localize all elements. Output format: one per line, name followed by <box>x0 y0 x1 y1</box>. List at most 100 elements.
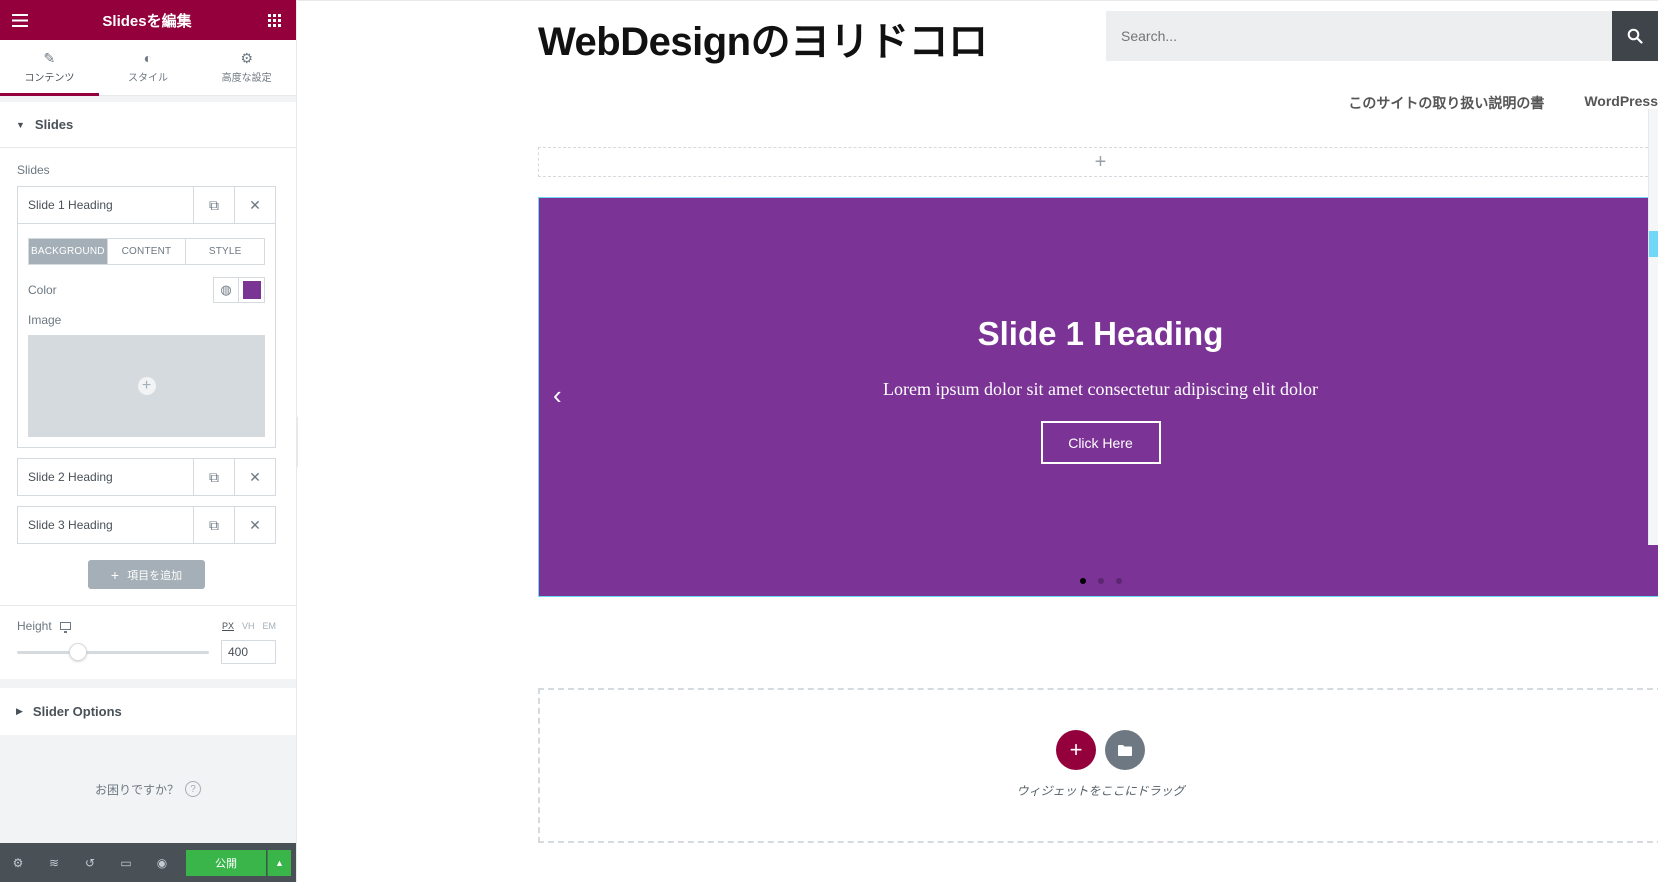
repeater-item-title[interactable]: Slide 1 Heading <box>18 198 193 212</box>
tab-style[interactable]: ◐ スタイル <box>99 40 198 95</box>
site-title[interactable]: WebDesignのヨリドコロ <box>538 9 988 67</box>
divider <box>0 605 296 606</box>
add-item-button[interactable]: + 項目を追加 <box>88 560 205 589</box>
image-label: Image <box>28 313 62 327</box>
settings-icon[interactable]: ⚙ <box>0 843 36 882</box>
close-icon[interactable]: ✕ <box>234 459 275 495</box>
inner-tab-background[interactable]: BACKGROUND <box>29 239 107 264</box>
unit-vh[interactable]: VH <box>242 621 255 631</box>
color-swatch-button[interactable] <box>239 278 264 302</box>
search-icon <box>1627 28 1643 44</box>
add-new-section-button[interactable]: + <box>1056 730 1096 770</box>
height-slider-row <box>17 640 276 664</box>
height-control: Height PX VH EM <box>0 619 296 664</box>
repeater-item-3[interactable]: Slide 3 Heading ⧉ ✕ <box>17 506 276 544</box>
section-slider-options-title: Slider Options <box>32 703 122 719</box>
site-nav: このサイトの取り扱い説明の書 WordPress <box>1308 93 1658 113</box>
caret-right-icon: ▶ <box>16 705 23 716</box>
pagination-dot[interactable] <box>1079 578 1086 584</box>
height-input[interactable] <box>221 640 276 664</box>
gear-icon: ⚙ <box>240 50 253 66</box>
unit-switcher: PX VH EM <box>214 621 276 631</box>
history-icon[interactable]: ↺ <box>72 843 108 882</box>
color-control: Color ◍ <box>28 277 265 303</box>
plus-circle-icon: + <box>137 377 156 395</box>
folder-icon <box>1118 744 1132 756</box>
slides-widget[interactable]: Slide 1 Heading Lorem ipsum dolor sit am… <box>538 197 1658 597</box>
close-icon[interactable]: ✕ <box>234 507 275 543</box>
panel-gap <box>0 679 296 688</box>
add-section-button[interactable]: + <box>538 147 1658 177</box>
section-slider-options-toggle[interactable]: ▶ Slider Options <box>0 688 296 734</box>
slides-section-body: Slides Slide 1 Heading ⧉ ✕ BACKGROUND CO… <box>0 163 296 589</box>
tab-style-label: スタイル <box>128 73 168 84</box>
apps-grid-icon[interactable] <box>264 10 284 30</box>
repeater-item-title[interactable]: Slide 3 Heading <box>18 518 193 532</box>
color-label: Color <box>28 283 57 297</box>
height-slider[interactable] <box>17 642 209 661</box>
hamburger-menu-icon[interactable] <box>10 10 30 30</box>
add-item-wrap: + 項目を追加 <box>17 560 276 589</box>
search-button[interactable] <box>1612 11 1658 61</box>
drop-zone-text: ウィジェットをここにドラッグ <box>1016 784 1185 798</box>
chevron-left-icon[interactable]: ‹ <box>553 382 562 408</box>
panel-header: Slidesを編集 <box>0 0 296 40</box>
panel-title: Slidesを編集 <box>102 12 192 30</box>
plus-icon: + <box>110 566 120 583</box>
pencil-icon: ✎ <box>43 50 56 66</box>
color-swatch <box>242 281 261 299</box>
duplicate-icon[interactable]: ⧉ <box>193 507 234 543</box>
height-label-wrap: Height <box>17 619 71 633</box>
tab-content[interactable]: ✎ コンテンツ <box>0 40 99 96</box>
nav-link-wordpress[interactable]: WordPress <box>1584 93 1658 113</box>
plus-icon: + <box>1094 150 1107 173</box>
pagination-dot[interactable] <box>1097 578 1104 584</box>
publish-button[interactable]: 公開 <box>186 849 266 876</box>
inner-tab-style[interactable]: STYLE <box>185 239 264 264</box>
panel-tabs: ✎ コンテンツ ◐ スタイル ⚙ 高度な設定 <box>0 40 296 96</box>
half-circle-icon: ◐ <box>143 50 153 66</box>
publish-options-icon[interactable]: ▲ <box>267 849 291 876</box>
image-picker[interactable]: + <box>28 335 265 437</box>
color-controls: ◍ <box>213 277 265 303</box>
preview-canvas: WebDesignのヨリドコロ このサイトの取り扱い説明の書 WordPress… <box>298 0 1658 882</box>
panel-footer: ⚙ ≋ ↺ ▭ ◉ 公開 ▲ <box>0 843 296 882</box>
repeater-item-2[interactable]: Slide 2 Heading ⧉ ✕ <box>17 458 276 496</box>
repeater-item-1-fields: BACKGROUND CONTENT STYLE Color ◍ Image + <box>17 224 276 448</box>
question-icon[interactable]: ? <box>185 781 201 797</box>
desktop-icon[interactable] <box>59 622 71 633</box>
editor-panel: Slidesを編集 ✎ コンテンツ ◐ スタイル ⚙ 高度な設定 ▼ Slide… <box>0 0 297 882</box>
help-text[interactable]: お困りですか？ <box>95 781 179 798</box>
slide-description: Lorem ipsum dolor sit amet consectetur a… <box>883 379 1318 399</box>
duplicate-icon[interactable]: ⧉ <box>193 187 234 223</box>
template-library-button[interactable] <box>1105 730 1145 770</box>
close-icon[interactable]: ✕ <box>234 187 275 223</box>
height-label: Height <box>17 619 52 633</box>
repeater-item-1[interactable]: Slide 1 Heading ⧉ ✕ <box>17 186 276 224</box>
slider-pagination <box>539 578 1658 584</box>
slide-heading: Slide 1 Heading <box>977 315 1224 352</box>
globe-icon[interactable]: ◍ <box>214 278 239 302</box>
unit-px[interactable]: PX <box>222 621 234 631</box>
repeater-item-title[interactable]: Slide 2 Heading <box>18 470 193 484</box>
section-slides-title: Slides <box>34 117 74 132</box>
search-input[interactable] <box>1106 11 1612 61</box>
responsive-icon[interactable]: ▭ <box>108 843 144 882</box>
inner-tab-content[interactable]: CONTENT <box>106 239 186 264</box>
duplicate-icon[interactable]: ⧉ <box>193 459 234 495</box>
unit-em[interactable]: EM <box>263 621 277 631</box>
preview-eye-icon[interactable]: ◉ <box>144 843 180 882</box>
selection-indicator <box>1649 231 1658 257</box>
slider-handle[interactable] <box>69 642 88 661</box>
pagination-dot[interactable] <box>1115 578 1122 584</box>
slides-label: Slides <box>17 163 50 177</box>
drop-zone-buttons: + <box>1056 730 1145 770</box>
slide-cta-button[interactable]: Click Here <box>1040 421 1161 464</box>
layers-icon[interactable]: ≋ <box>36 843 72 882</box>
help-area: お困りですか？ ? <box>0 735 296 843</box>
section-slides-toggle[interactable]: ▼ Slides <box>0 102 296 148</box>
tab-advanced-label: 高度な設定 <box>221 73 272 84</box>
tab-advanced[interactable]: ⚙ 高度な設定 <box>197 40 296 95</box>
nav-link-manual[interactable]: このサイトの取り扱い説明の書 <box>1348 93 1544 113</box>
inner-tabs: BACKGROUND CONTENT STYLE <box>28 238 265 265</box>
